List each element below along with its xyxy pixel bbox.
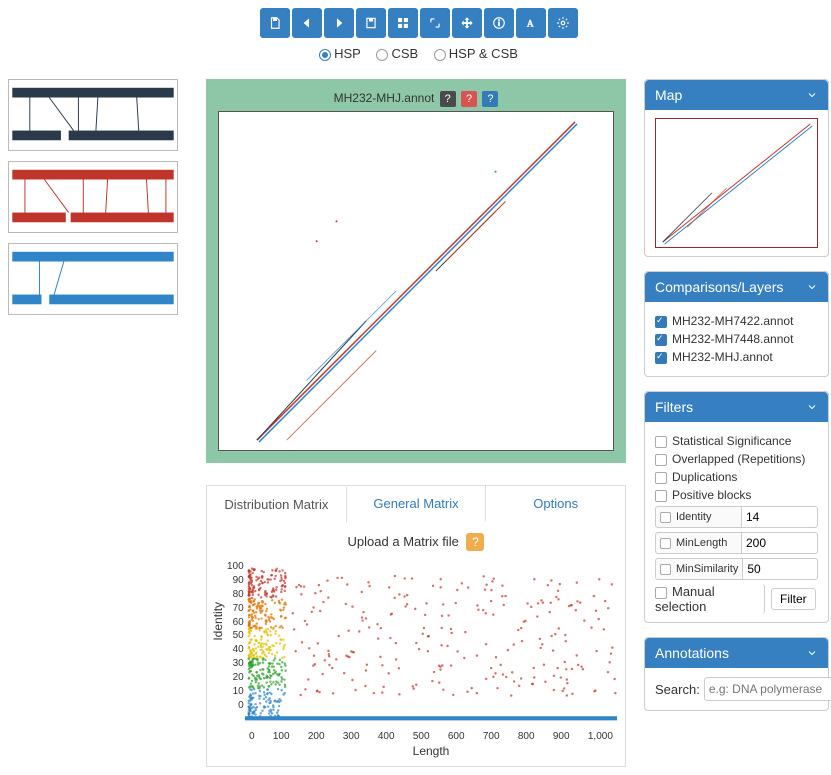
matrix-tabs: Distribution Matrix General Matrix Optio… (206, 485, 626, 521)
dotplot-area: MH232-MHJ.annot ? ? ? (206, 79, 626, 463)
toolbar-move-icon[interactable] (452, 8, 482, 38)
badge-1[interactable]: ? (440, 91, 456, 107)
badge-3[interactable]: ? (482, 91, 498, 107)
radio-csb[interactable]: CSB (376, 46, 418, 61)
badge-2[interactable]: ? (461, 91, 477, 107)
panel-annotations: Annotations Search: (644, 637, 829, 711)
minlength-label[interactable]: MinLength (655, 532, 741, 554)
toolbar-prev-icon[interactable] (292, 8, 322, 38)
toolbar-font-icon[interactable]: A (516, 8, 546, 38)
search-input[interactable] (704, 677, 831, 701)
svg-text:A: A (526, 20, 533, 30)
y-axis-label: Identity (211, 601, 225, 640)
panel-comparisons: Comparisons/Layers MH232-MH7422.annot MH… (644, 271, 829, 377)
minsim-label[interactable]: MinSimilarity (655, 558, 742, 580)
radio-hsp-csb[interactable]: HSP & CSB (434, 46, 518, 61)
layer-item[interactable]: MH232-MHJ.annot (655, 350, 818, 364)
manual-selection[interactable]: Manual selection (655, 584, 765, 614)
view-mode-radios: HSP CSB HSP & CSB (8, 46, 829, 61)
toolbar-save-icon[interactable] (260, 8, 290, 38)
identity-label[interactable]: Identity (655, 506, 741, 528)
layer-item[interactable]: MH232-MH7422.annot (655, 314, 818, 328)
checkbox-icon (655, 334, 667, 346)
layer-item[interactable]: MH232-MH7448.annot (655, 332, 818, 346)
chevron-down-icon (806, 89, 818, 101)
toolbar-floppy-icon[interactable] (356, 8, 386, 38)
filter-flag[interactable]: Overlapped (Repetitions) (655, 452, 818, 466)
panel-map-header[interactable]: Map (645, 80, 828, 110)
panel-annotations-header[interactable]: Annotations (645, 638, 828, 668)
distribution-chart[interactable]: 1009080706050403020100 Identity 01002003… (215, 561, 617, 758)
toolbar-fit-icon[interactable] (420, 8, 450, 38)
identity-input[interactable] (741, 506, 818, 528)
chevron-down-icon (806, 647, 818, 659)
tab-options[interactable]: Options (486, 486, 625, 521)
tab-distribution-matrix[interactable]: Distribution Matrix (207, 487, 347, 522)
filter-button[interactable]: Filter (771, 588, 816, 610)
toolbar-info-icon[interactable] (484, 8, 514, 38)
panel-comparisons-header[interactable]: Comparisons/Layers (645, 272, 828, 302)
upload-label: Upload a Matrix file (348, 534, 459, 549)
filter-flag[interactable]: Statistical Significance (655, 434, 818, 448)
tab-general-matrix[interactable]: General Matrix (347, 486, 487, 521)
search-label: Search: (655, 682, 700, 697)
checkbox-icon (655, 352, 667, 364)
toolbar-gear-icon[interactable] (548, 8, 578, 38)
minlength-input[interactable] (741, 532, 818, 554)
filter-flag[interactable]: Duplications (655, 470, 818, 484)
panel-map: Map (644, 79, 829, 257)
help-icon[interactable]: ? (466, 533, 484, 551)
minsim-input[interactable] (742, 558, 818, 580)
y-ticks: 1009080706050403020100 (227, 561, 244, 711)
toolbar-next-icon[interactable] (324, 8, 354, 38)
panel-filters: Filters Statistical Significance Overlap… (644, 391, 829, 623)
panel-filters-header[interactable]: Filters (645, 392, 828, 422)
radio-hsp[interactable]: HSP (319, 46, 361, 61)
chevron-down-icon (806, 401, 818, 413)
x-axis-label: Length (245, 744, 617, 758)
chevron-down-icon (806, 281, 818, 293)
x-ticks: 01002003004005006007008009001,000 (245, 731, 617, 742)
checkbox-icon (655, 316, 667, 328)
minimap[interactable] (655, 118, 818, 248)
thumbnail-2[interactable] (8, 161, 178, 233)
toolbar-grid-icon[interactable] (388, 8, 418, 38)
thumbnail-3[interactable] (8, 243, 178, 315)
main-toolbar: A (260, 8, 578, 38)
dotplot-title: MH232-MHJ.annot (334, 91, 435, 105)
filter-flag[interactable]: Positive blocks (655, 488, 818, 502)
thumbnail-1[interactable] (8, 79, 178, 151)
dotplot-canvas[interactable] (218, 111, 614, 451)
